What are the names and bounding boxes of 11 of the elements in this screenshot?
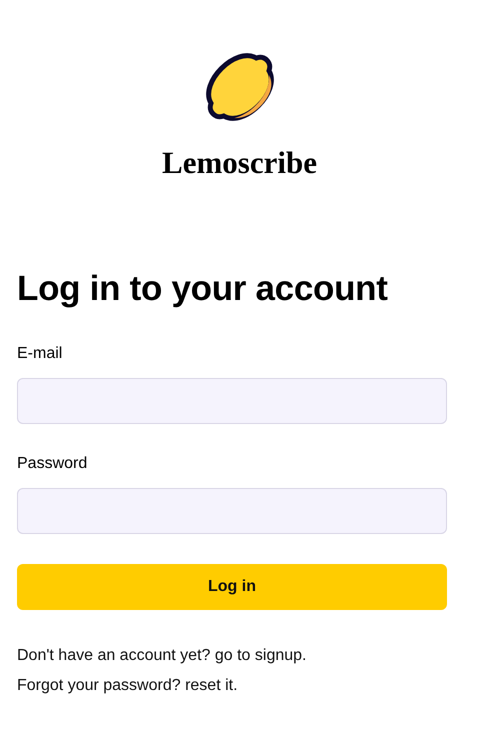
help-text: Forgot your password? reset it.: [17, 678, 239, 694]
page-heading: Log in to your account: [17, 268, 389, 310]
login-button[interactable]: Log in: [17, 564, 447, 610]
text-link[interactable]: reset it.: [185, 677, 238, 694]
help-text: Don't have an account yet? go to signup.: [17, 648, 308, 664]
field-label: Password: [17, 454, 88, 474]
input-field[interactable]: [17, 378, 447, 424]
field-label: E-mail: [17, 344, 62, 364]
input-field[interactable]: [17, 488, 447, 534]
brand-name: Lemoscribe: [162, 147, 317, 178]
text-link[interactable]: go to signup.: [214, 647, 306, 664]
